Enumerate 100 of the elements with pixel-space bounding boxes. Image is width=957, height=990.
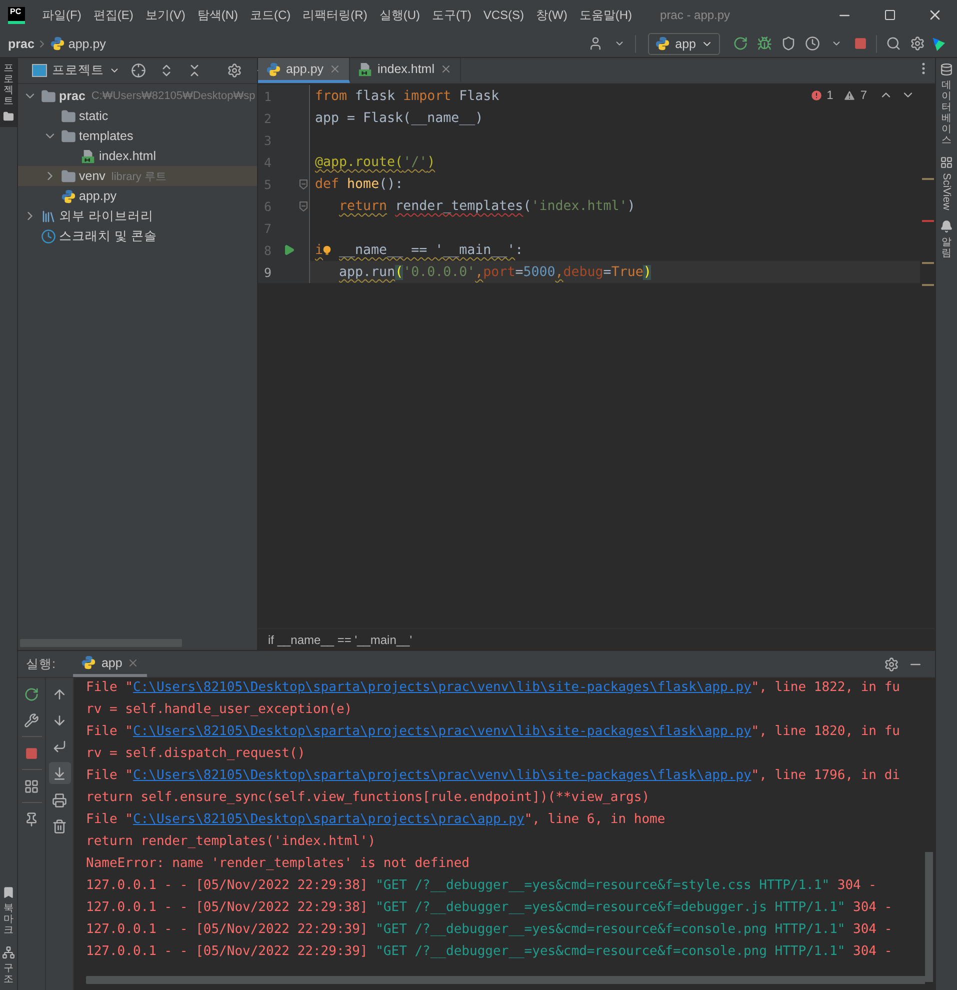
- tree-row[interactable]: 외부 라이브러리: [18, 206, 257, 226]
- tool-window-tab[interactable]: SciView: [936, 151, 957, 216]
- console-line: 127.0.0.1 - - [05/Nov/2022 22:29:39] "GET /?__debugger__=yes&cmd=resource&f=console.png HTTP/1.1" 304 -: [86, 944, 894, 961]
- console-line: File "C:\Users\82105\Desktop\sparta\projects\prac\venv\lib\site-packages\flask\app.py", line 1820, in fu: [86, 724, 901, 741]
- console-line: File "C:\Users\82105\Desktop\sparta\projects\prac\venv\lib\site-packages\flask\app.py", line 1796, in di: [86, 768, 901, 785]
- clock-icon: [41, 228, 56, 244]
- breadcrumb-item[interactable]: app.py: [68, 36, 106, 50]
- bookmark-icon: [2, 886, 15, 899]
- error-count[interactable]: 1: [826, 88, 834, 102]
- menu-item[interactable]: VCS(S): [483, 8, 524, 22]
- tool-window-tab[interactable]: 북마크: [0, 881, 17, 941]
- console-line: return self.ensure_sync(self.view_functions[rule.endpoint])(**view_args): [86, 790, 651, 807]
- folder-icon: [61, 108, 76, 124]
- warning-count[interactable]: 7: [860, 88, 867, 102]
- folder-icon: [41, 88, 56, 104]
- html-file-icon: [81, 148, 96, 164]
- tree-item-label: venv: [79, 169, 106, 183]
- project-tool-tab[interactable]: 프로젝트: [0, 58, 17, 127]
- menu-item[interactable]: 탐색(N): [197, 6, 238, 24]
- file-link[interactable]: C:\Users\82105\Desktop\sparta\projects\prac\venv\lib\site-packages\flask\app.py: [132, 680, 752, 695]
- tool-window-tab[interactable]: 알림: [936, 215, 957, 264]
- python-file-icon: [50, 36, 66, 51]
- tree-item-hint: C:₩Users₩82105₩Desktop₩sp: [91, 90, 256, 102]
- file-link[interactable]: C:\Users\82105\Desktop\sparta\projects\prac\venv\lib\site-packages\flask\app.py: [132, 724, 752, 739]
- menu-item[interactable]: 도움말(H): [579, 6, 632, 24]
- scrollbar[interactable]: [925, 852, 933, 982]
- fold-marker-icon[interactable]: [299, 178, 308, 190]
- console-line: rv = self.dispatch_request(): [86, 746, 306, 763]
- tree-item-label: prac: [59, 89, 86, 103]
- panel-icon: [32, 64, 47, 77]
- scroll-to-end-icon: [52, 766, 67, 780]
- database-icon: [940, 63, 953, 76]
- bell-icon: [940, 220, 953, 234]
- scroll-to-end-button[interactable]: [48, 762, 70, 784]
- menu-item[interactable]: 실행(U): [379, 6, 420, 24]
- menu-item[interactable]: 코드(C): [250, 6, 291, 24]
- menu-item[interactable]: 파일(F): [42, 6, 82, 24]
- editor-tab[interactable]: index.html: [350, 58, 461, 83]
- file-link[interactable]: C:\Users\82105\Desktop\sparta\projects\prac\venv\lib\site-packages\flask\app.py: [132, 768, 752, 783]
- tree-item-label: 외부 라이브러리: [59, 208, 154, 224]
- menu-item[interactable]: 도구(T): [432, 6, 472, 24]
- code-line: app.run('0.0.0.0',port=5000,debug=True): [338, 264, 652, 280]
- tree-item-label: index.html: [99, 149, 156, 163]
- grid-icon: [940, 156, 953, 169]
- tree-row[interactable]: app.py: [18, 186, 257, 206]
- menu-item[interactable]: 편집(E): [93, 6, 134, 24]
- run-marker-icon[interactable]: [283, 244, 296, 256]
- tool-window-tab[interactable]: 구조: [0, 941, 17, 990]
- warning-stripe-mark[interactable]: [922, 178, 934, 180]
- tree-item-hint: library 루트: [111, 170, 166, 184]
- python-file-icon: [61, 188, 76, 204]
- code-line: from flask import Flask: [315, 88, 500, 104]
- fold-marker-icon[interactable]: [299, 200, 308, 212]
- console-line: 127.0.0.1 - - [05/Nov/2022 22:29:38] "GET /?__debugger__=yes&cmd=resource&f=style.css HTTP/1.1" 304 -: [86, 878, 878, 895]
- breadcrumb-item[interactable]: prac: [8, 36, 34, 50]
- line-number: 9: [263, 264, 273, 280]
- tool-window-tab[interactable]: 데이터베이스: [936, 58, 957, 151]
- python-file-icon: [266, 62, 281, 76]
- folder-icon: [3, 111, 14, 122]
- tree-item-label: templates: [79, 129, 134, 143]
- run-config-dropdown[interactable]: app: [648, 32, 720, 54]
- menu-item[interactable]: 창(W): [536, 6, 568, 24]
- breadcrumb-item[interactable]: if __name__ == '__main__': [268, 632, 412, 646]
- menu-item[interactable]: 리팩터링(R): [302, 6, 368, 24]
- tree-item-label: app.py: [79, 189, 117, 203]
- tree-row[interactable]: index.html: [18, 146, 257, 166]
- html-file-icon: [358, 62, 373, 76]
- project-view-dropdown[interactable]: 프로젝트: [32, 62, 120, 79]
- folder-icon: [61, 168, 76, 184]
- warning-icon: [843, 88, 856, 102]
- python-icon: [655, 36, 670, 51]
- file-link[interactable]: C:\Users\82105\Desktop\sparta\projects\prac\app.py: [132, 812, 524, 827]
- code-line: @app.route('/'): [315, 154, 436, 170]
- tree-row[interactable]: venv library 루트: [18, 166, 257, 186]
- console-line: 127.0.0.1 - - [05/Nov/2022 22:29:38] "GET /?__debugger__=yes&cmd=resource&f=debugger.js HTTP/1.1" 304 -: [86, 900, 894, 917]
- warning-stripe-mark[interactable]: [922, 284, 934, 286]
- code-line: return render_templates('index.html'): [338, 198, 636, 214]
- console-line: NameError: name 'render_templates' is not defined: [86, 856, 471, 873]
- scrollbar[interactable]: [86, 976, 926, 984]
- code-line: __name__ == '__main__':: [338, 242, 524, 258]
- editor-tab[interactable]: app.py: [258, 58, 350, 83]
- python-icon: [81, 655, 96, 670]
- code-line: i: [315, 242, 324, 258]
- code-line: def home():: [315, 176, 404, 192]
- error-icon: [810, 88, 823, 102]
- structure-icon: [2, 946, 15, 959]
- folder-icon: [61, 128, 76, 144]
- warning-stripe-mark[interactable]: [922, 262, 934, 264]
- tree-row[interactable]: static: [18, 106, 257, 126]
- tree-row[interactable]: prac C:₩Users₩82105₩Desktop₩sp: [18, 86, 257, 106]
- tree-row[interactable]: 스크래치 및 콘솔: [18, 226, 257, 246]
- error-stripe-mark[interactable]: [922, 220, 934, 222]
- tree-row[interactable]: templates: [18, 126, 257, 146]
- plugin-logo-icon[interactable]: [931, 36, 947, 52]
- window-title: prac - app.py: [660, 8, 732, 22]
- menu-item[interactable]: 보기(V): [145, 6, 186, 24]
- close-icon[interactable]: [440, 63, 452, 75]
- library-icon: [41, 208, 56, 224]
- tree-item-label: 스크래치 및 콘솔: [59, 228, 157, 244]
- console-line: 127.0.0.1 - - [05/Nov/2022 22:29:39] "GET /?__debugger__=yes&cmd=resource&f=console.png HTTP/1.1" 304 -: [86, 922, 894, 939]
